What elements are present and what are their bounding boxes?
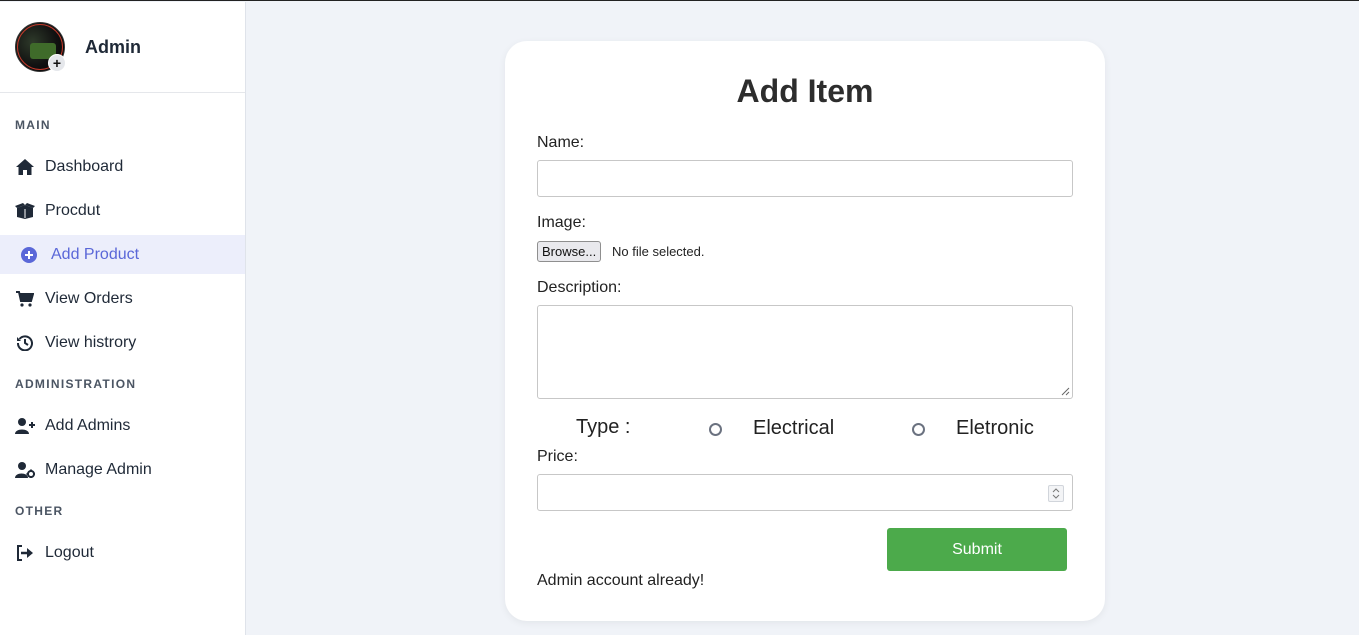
section-label-administration: ADMINISTRATION xyxy=(15,377,137,391)
resize-grip-icon[interactable] xyxy=(1061,387,1070,396)
type-radio-eletronic[interactable] xyxy=(912,423,925,436)
sidebar-item-add-product[interactable]: Add Product xyxy=(0,235,245,274)
sidebar-item-label: Dashboard xyxy=(45,157,124,175)
type-label: Type : xyxy=(576,416,631,438)
description-textarea[interactable] xyxy=(537,305,1073,399)
sidebar-item-view-history[interactable]: View histrory xyxy=(0,323,245,362)
add-photo-icon[interactable]: + xyxy=(48,54,66,72)
home-icon xyxy=(15,157,35,177)
type-option-eletronic: Eletronic xyxy=(956,417,1034,439)
history-icon xyxy=(15,333,35,353)
sidebar-item-label: View histrory xyxy=(45,333,137,351)
browse-button[interactable]: Browse... xyxy=(537,241,602,262)
type-option-electrical: Electrical xyxy=(753,417,835,439)
cart-icon xyxy=(15,289,35,309)
profile-header: + Admin xyxy=(0,2,245,93)
sidebar-item-add-admins[interactable]: Add Admins xyxy=(0,406,245,445)
profile-name: Admin xyxy=(85,36,141,57)
sidebar-item-label: Add Product xyxy=(51,245,140,263)
page-title: Add Item xyxy=(736,73,874,109)
sidebar-item-label: Procdut xyxy=(45,201,101,219)
sidebar-item-label: Add Admins xyxy=(45,416,131,434)
section-label-other: OTHER xyxy=(15,504,64,518)
add-item-card: Add Item Name: Image: Browse... No file … xyxy=(505,41,1105,621)
name-label: Name: xyxy=(537,134,585,151)
price-input[interactable] xyxy=(537,474,1073,511)
submit-button[interactable]: Submit xyxy=(887,528,1067,571)
plus-circle-icon xyxy=(19,245,39,265)
name-input[interactable] xyxy=(537,160,1073,197)
price-label: Price: xyxy=(537,448,578,465)
sidebar: + Admin MAIN Dashboard Procdut Add Produ… xyxy=(0,2,246,635)
avatar[interactable]: + xyxy=(15,22,66,72)
type-radio-electrical[interactable] xyxy=(709,423,722,436)
sidebar-item-product[interactable]: Procdut xyxy=(0,191,245,230)
sidebar-item-label: Manage Admin xyxy=(45,460,152,478)
number-spinner[interactable] xyxy=(1048,485,1064,502)
spinner-arrows-icon xyxy=(1052,488,1060,499)
user-plus-icon xyxy=(15,416,35,436)
sidebar-item-logout[interactable]: Logout xyxy=(0,533,245,572)
box-open-icon xyxy=(15,201,35,221)
file-status: No file selected. xyxy=(612,244,705,259)
description-label: Description: xyxy=(537,279,622,296)
sidebar-item-view-orders[interactable]: View Orders xyxy=(0,279,245,318)
user-gear-icon xyxy=(15,460,35,480)
sign-out-icon xyxy=(15,543,35,563)
sidebar-item-manage-admin[interactable]: Manage Admin xyxy=(0,450,245,489)
status-message: Admin account already! xyxy=(537,572,705,589)
image-label: Image: xyxy=(537,214,586,231)
sidebar-item-label: Logout xyxy=(45,543,94,561)
sidebar-item-label: View Orders xyxy=(45,289,133,307)
sidebar-item-dashboard[interactable]: Dashboard xyxy=(0,147,245,186)
section-label-main: MAIN xyxy=(15,118,51,132)
